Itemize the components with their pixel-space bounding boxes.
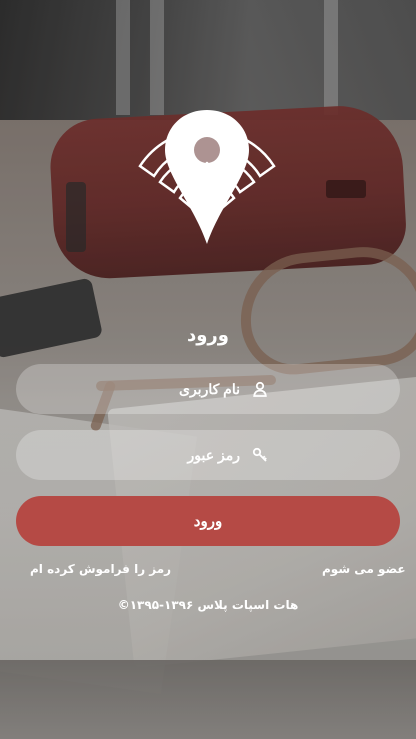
page-title: ورود <box>187 325 229 346</box>
password-input[interactable] <box>148 446 242 464</box>
username-field[interactable] <box>16 364 400 414</box>
password-field[interactable] <box>16 430 400 480</box>
location-pin-wifi-icon <box>138 110 276 244</box>
key-icon <box>252 447 267 462</box>
forgot-password-link[interactable]: رمز را فراموش کرده ام <box>30 562 171 576</box>
login-screen: ورود ورود عضو می شوم رمز را فراموش کرده … <box>0 0 416 739</box>
login-button[interactable]: ورود <box>16 496 400 546</box>
copyright-footer: ©۱۳۹۵-۱۳۹۶ هات اسپات پلاس <box>117 598 299 612</box>
user-icon <box>253 381 267 397</box>
signup-link[interactable]: عضو می شوم <box>322 562 406 576</box>
username-input[interactable] <box>148 380 242 398</box>
